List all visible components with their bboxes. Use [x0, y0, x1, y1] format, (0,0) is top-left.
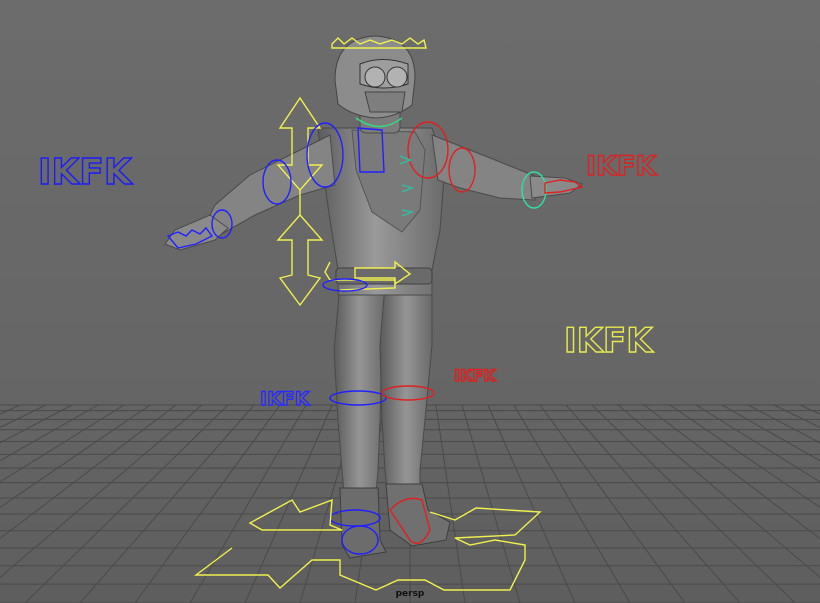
ikfk-right-leg-label[interactable]: IKFK [563, 320, 655, 361]
camera-name-label: persp [395, 589, 425, 599]
ikfk-right-leg-small-label[interactable]: IKFK [453, 365, 497, 385]
viewport-scene[interactable]: IKFK IKFK IKFK IKFK IKFK [0, 0, 820, 603]
left-arm-mesh[interactable] [204, 134, 336, 237]
ikfk-right-arm-label[interactable]: IKFK [585, 150, 658, 182]
belt-mesh[interactable] [335, 267, 433, 285]
goggle-right [386, 66, 408, 88]
right-hand-mesh[interactable] [529, 175, 584, 199]
ikfk-left-arm-label[interactable]: IKFK [37, 151, 133, 193]
character-mesh[interactable] [164, 35, 584, 559]
mask-mesh [364, 91, 406, 113]
left-leg-mesh[interactable] [333, 284, 386, 506]
ikfk-left-leg-label[interactable]: IKFK [259, 387, 311, 410]
goggle-left [364, 66, 386, 88]
viewport-persp[interactable]: IKFK IKFK IKFK IKFK IKFK persp [0, 0, 820, 603]
